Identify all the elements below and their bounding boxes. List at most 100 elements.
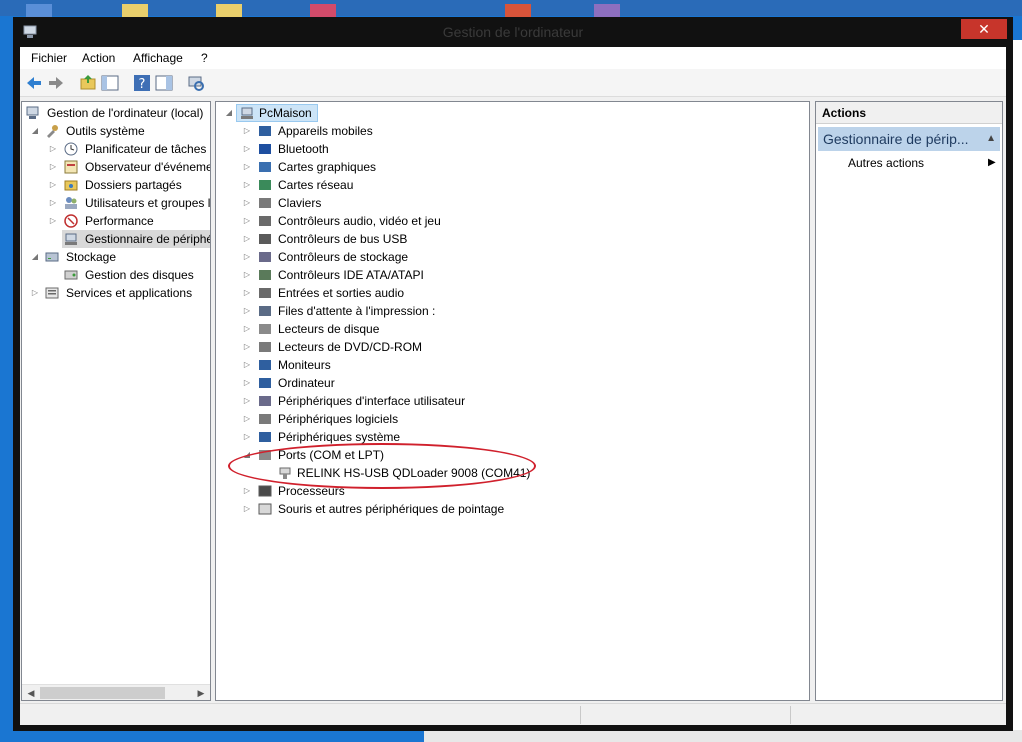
tree-item-disk-management[interactable]: Gestion des disques — [22, 266, 210, 284]
tree-item-device-manager[interactable]: Gestionnaire de périphé — [62, 230, 210, 248]
device-category-item[interactable]: ▷ Moniteurs — [216, 356, 616, 374]
collapsed-arrow-icon[interactable]: ▷ — [242, 266, 252, 284]
tree-item-local-users[interactable]: ▷ Utilisateurs et groupes l — [22, 194, 210, 212]
menu-fichier[interactable]: Fichier — [31, 51, 67, 65]
collapsed-arrow-icon[interactable]: ▷ — [242, 158, 252, 176]
up-folder-icon[interactable] — [78, 73, 98, 93]
tree-item-performance[interactable]: ▷ Performance — [22, 212, 210, 230]
tree-item-computer-management[interactable]: Gestion de l'ordinateur (local) — [22, 104, 210, 122]
tree-label: Performance — [85, 214, 154, 228]
device-category-item[interactable]: ▷ Bluetooth — [216, 140, 616, 158]
collapsed-arrow-icon[interactable]: ▷ — [242, 320, 252, 338]
tree-item-event-viewer[interactable]: ▷ Observateur d'événeme — [22, 158, 210, 176]
tree-item-storage[interactable]: ◢ Stockage — [22, 248, 210, 266]
collapsed-arrow-icon[interactable]: ▷ — [242, 230, 252, 248]
collapsed-arrow-icon[interactable]: ▷ — [242, 410, 252, 428]
scroll-right-icon[interactable]: ▶ — [194, 687, 208, 700]
tree-label: Contrôleurs IDE ATA/ATAPI — [278, 268, 424, 282]
collapsed-arrow-icon[interactable]: ▷ — [242, 392, 252, 410]
collapsed-arrow-icon[interactable]: ▷ — [48, 158, 58, 176]
collapsed-arrow-icon[interactable]: ▷ — [242, 428, 252, 446]
collapsed-arrow-icon[interactable]: ▷ — [242, 284, 252, 302]
scrollbar-thumb[interactable] — [40, 687, 165, 699]
device-category-item[interactable]: ▷ Cartes graphiques — [216, 158, 616, 176]
collapsed-arrow-icon[interactable]: ▷ — [242, 338, 252, 356]
device-category-item[interactable]: ▷ Périphériques d'interface utilisateur — [216, 392, 616, 410]
device-tree-root[interactable]: ◢ PcMaison — [216, 104, 416, 122]
desktop-icon — [594, 4, 620, 18]
device-category-item[interactable]: ▷ Contrôleurs de stockage — [216, 248, 616, 266]
tree-label: Périphériques système — [278, 430, 401, 444]
device-category-item[interactable]: ▷ Claviers — [216, 194, 616, 212]
tree-item-task-scheduler[interactable]: ▷ Planificateur de tâches — [22, 140, 210, 158]
collapsed-arrow-icon[interactable]: ▷ — [242, 482, 252, 500]
collapsed-arrow-icon[interactable]: ▷ — [48, 212, 58, 230]
submenu-arrow-icon[interactable]: ▶ — [988, 154, 996, 172]
tree-item-services-applications[interactable]: ▷ Services et applications — [22, 284, 210, 302]
device-category-item[interactable]: ▷ Processeurs — [216, 482, 616, 500]
collapsed-arrow-icon[interactable]: ▷ — [242, 500, 252, 518]
collapsed-arrow-icon[interactable]: ▷ — [242, 248, 252, 266]
device-category-item[interactable]: ▷ Contrôleurs de bus USB — [216, 230, 616, 248]
menu-action[interactable]: Action — [82, 51, 115, 65]
show-hide-console-tree-icon[interactable] — [100, 73, 120, 93]
device-category-item[interactable]: ▷ Périphériques système — [216, 428, 616, 446]
other-actions-link[interactable]: Autres actions — [848, 154, 924, 172]
collapsed-arrow-icon[interactable]: ▷ — [242, 140, 252, 158]
device-ports-child[interactable]: RELINK HS-USB QDLoader 9008 (COM41) — [216, 464, 616, 482]
back-arrow-icon[interactable] — [24, 73, 44, 93]
collapsed-arrow-icon[interactable]: ▷ — [242, 122, 252, 140]
collapsed-arrow-icon[interactable]: ▷ — [48, 176, 58, 194]
device-category-item[interactable]: ▷ Appareils mobiles — [216, 122, 616, 140]
device-category-item[interactable]: ▷ Entrées et sorties audio — [216, 284, 616, 302]
window-client-area: Fichier Action Affichage ? ? Gestion de … — [20, 47, 1006, 725]
forward-arrow-icon[interactable] — [46, 73, 66, 93]
device-category-item[interactable]: ▷ Contrôleurs IDE ATA/ATAPI — [216, 266, 616, 284]
expanded-arrow-icon[interactable]: ◢ — [242, 446, 252, 464]
collapsed-arrow-icon[interactable]: ▷ — [30, 284, 40, 302]
close-button[interactable]: ✕ — [961, 19, 1007, 39]
device-category-item[interactable]: ▷ Contrôleurs audio, vidéo et jeu — [216, 212, 616, 230]
scroll-left-icon[interactable]: ◀ — [24, 687, 38, 700]
collapsed-arrow-icon[interactable]: ▷ — [242, 374, 252, 392]
device-category-item[interactable]: ▷ Souris et autres périphériques de point… — [216, 500, 616, 518]
collapsed-arrow-icon[interactable]: ▷ — [242, 176, 252, 194]
collapsed-arrow-icon[interactable]: ▷ — [48, 140, 58, 158]
help-icon[interactable]: ? — [132, 73, 152, 93]
tree-item-shared-folders[interactable]: ▷ Dossiers partagés — [22, 176, 210, 194]
expanded-arrow-icon[interactable]: ◢ — [224, 104, 234, 122]
expanded-arrow-icon[interactable]: ◢ — [30, 122, 40, 140]
port-connector-icon — [279, 467, 291, 479]
clock-icon — [64, 142, 78, 156]
menu-help[interactable]: ? — [201, 51, 208, 65]
collapsed-arrow-icon[interactable]: ▷ — [242, 302, 252, 320]
svg-text:?: ? — [139, 77, 146, 92]
expanded-arrow-icon[interactable]: ◢ — [30, 248, 40, 266]
shared-folder-icon — [64, 180, 78, 191]
device-category-item[interactable]: ▷ Lecteurs de DVD/CD-ROM — [216, 338, 616, 356]
device-category-item[interactable]: ▷ Lecteurs de disque — [216, 320, 616, 338]
device-category-item[interactable]: ▷ Cartes réseau — [216, 176, 616, 194]
collapsed-arrow-icon[interactable]: ▷ — [48, 194, 58, 212]
event-viewer-icon — [64, 160, 78, 174]
tree-label: Dossiers partagés — [85, 178, 182, 192]
collapsed-arrow-icon[interactable]: ▷ — [242, 212, 252, 230]
show-hide-action-pane-icon[interactable] — [154, 73, 174, 93]
title-bar[interactable]: Gestion de l'ordinateur ✕ — [13, 17, 1013, 47]
collapsed-arrow-icon[interactable]: ▷ — [242, 356, 252, 374]
actions-section-device-manager[interactable]: Gestionnaire de périp... ▲ — [818, 127, 1000, 151]
collapsed-arrow-icon[interactable]: ▷ — [242, 194, 252, 212]
horizontal-scrollbar[interactable]: ◀ ▶ — [22, 684, 210, 700]
tree-item-system-tools[interactable]: ◢ Outils système — [22, 122, 210, 140]
collapse-up-icon[interactable]: ▲ — [986, 127, 996, 151]
scan-hardware-icon[interactable] — [186, 73, 206, 93]
device-category-item[interactable]: ▷ Ordinateur — [216, 374, 616, 392]
tree-label: Files d'attente à l'impression : — [278, 304, 436, 318]
device-category-item[interactable]: ◢ Ports (COM et LPT) — [216, 446, 616, 464]
device-category-item[interactable]: ▷ Files d'attente à l'impression : — [216, 302, 616, 320]
device-category-item[interactable]: ▷ Périphériques logiciels — [216, 410, 616, 428]
device-category-icon — [259, 270, 271, 280]
status-divider — [790, 706, 791, 724]
menu-affichage[interactable]: Affichage — [133, 51, 183, 65]
tree-label: Cartes graphiques — [278, 160, 377, 174]
